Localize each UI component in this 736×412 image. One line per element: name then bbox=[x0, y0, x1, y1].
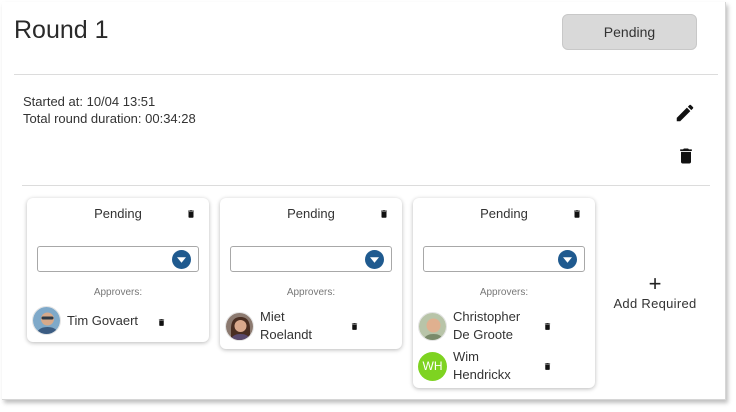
approver-item: Christopher De Groote bbox=[418, 308, 533, 344]
approver-name: Christopher De Groote bbox=[453, 309, 521, 342]
approver-select[interactable] bbox=[37, 246, 199, 272]
round-meta: Started at: 10/04 13:51 Total round dura… bbox=[23, 93, 196, 127]
round-panel: Round 1 Pending Started at: 10/04 13:51 … bbox=[2, 2, 726, 400]
round-title: Round 1 bbox=[14, 16, 109, 44]
approver-name: Tim Govaert bbox=[67, 312, 139, 328]
approvers-label: Approvers: bbox=[93, 287, 143, 298]
select-chevron[interactable] bbox=[558, 250, 577, 269]
delete-card-button[interactable] bbox=[379, 207, 389, 219]
plus-icon: + bbox=[648, 271, 662, 296]
delete-card-button[interactable] bbox=[186, 207, 196, 219]
avatar bbox=[32, 306, 61, 335]
avatar bbox=[418, 311, 447, 341]
add-required-button[interactable]: + Add Required bbox=[605, 271, 705, 312]
trash-icon bbox=[351, 323, 358, 330]
remove-approver-button[interactable] bbox=[157, 315, 166, 326]
card-status: Pending bbox=[287, 206, 335, 221]
approval-card: Pending Approvers: Tim Govaert bbox=[27, 198, 209, 342]
avatar bbox=[225, 311, 254, 341]
round-duration: Total round duration: 00:34:28 bbox=[23, 111, 196, 126]
approvers-label: Approvers: bbox=[286, 287, 336, 298]
card-status: Pending bbox=[480, 206, 528, 221]
trash-icon bbox=[544, 363, 551, 370]
chevron-down-icon bbox=[563, 256, 572, 263]
divider bbox=[14, 74, 718, 75]
approver-select[interactable] bbox=[230, 246, 392, 272]
pencil-icon bbox=[676, 104, 694, 122]
approval-card: Pending Approvers: Christopher De Groote bbox=[413, 198, 595, 388]
remove-approver-button[interactable] bbox=[543, 319, 552, 330]
approval-card: Pending Approvers: Miet Roelandt bbox=[220, 198, 402, 349]
add-required-label: Add Required bbox=[613, 296, 697, 311]
approver-item: Tim Govaert bbox=[32, 306, 138, 335]
select-chevron[interactable] bbox=[172, 250, 191, 269]
trash-icon bbox=[544, 323, 551, 330]
trash-icon bbox=[680, 148, 692, 164]
trash-icon bbox=[188, 210, 194, 218]
trash-icon bbox=[158, 319, 165, 326]
edit-round-button[interactable] bbox=[674, 102, 696, 124]
trash-icon bbox=[381, 210, 387, 218]
chevron-down-icon bbox=[370, 256, 379, 263]
round-status-button[interactable]: Pending bbox=[562, 14, 697, 50]
card-status: Pending bbox=[94, 206, 142, 221]
approver-item: Miet Roelandt bbox=[225, 308, 330, 344]
remove-approver-button[interactable] bbox=[543, 359, 552, 370]
delete-round-button[interactable] bbox=[676, 145, 696, 167]
approver-name: Miet Roelandt bbox=[260, 309, 313, 342]
started-at: Started at: 10/04 13:51 bbox=[23, 94, 156, 109]
approver-select[interactable] bbox=[423, 246, 585, 272]
avatar-initials: WH bbox=[418, 351, 447, 381]
remove-approver-button[interactable] bbox=[350, 319, 359, 330]
select-chevron[interactable] bbox=[365, 250, 384, 269]
chevron-down-icon bbox=[177, 256, 186, 263]
approvers-label: Approvers: bbox=[479, 287, 529, 298]
divider bbox=[22, 185, 710, 186]
approver-item: WH Wim Hendrickx bbox=[418, 348, 533, 384]
trash-icon bbox=[574, 210, 580, 218]
delete-card-button[interactable] bbox=[572, 207, 582, 219]
approver-name: Wim Hendrickx bbox=[453, 349, 511, 382]
